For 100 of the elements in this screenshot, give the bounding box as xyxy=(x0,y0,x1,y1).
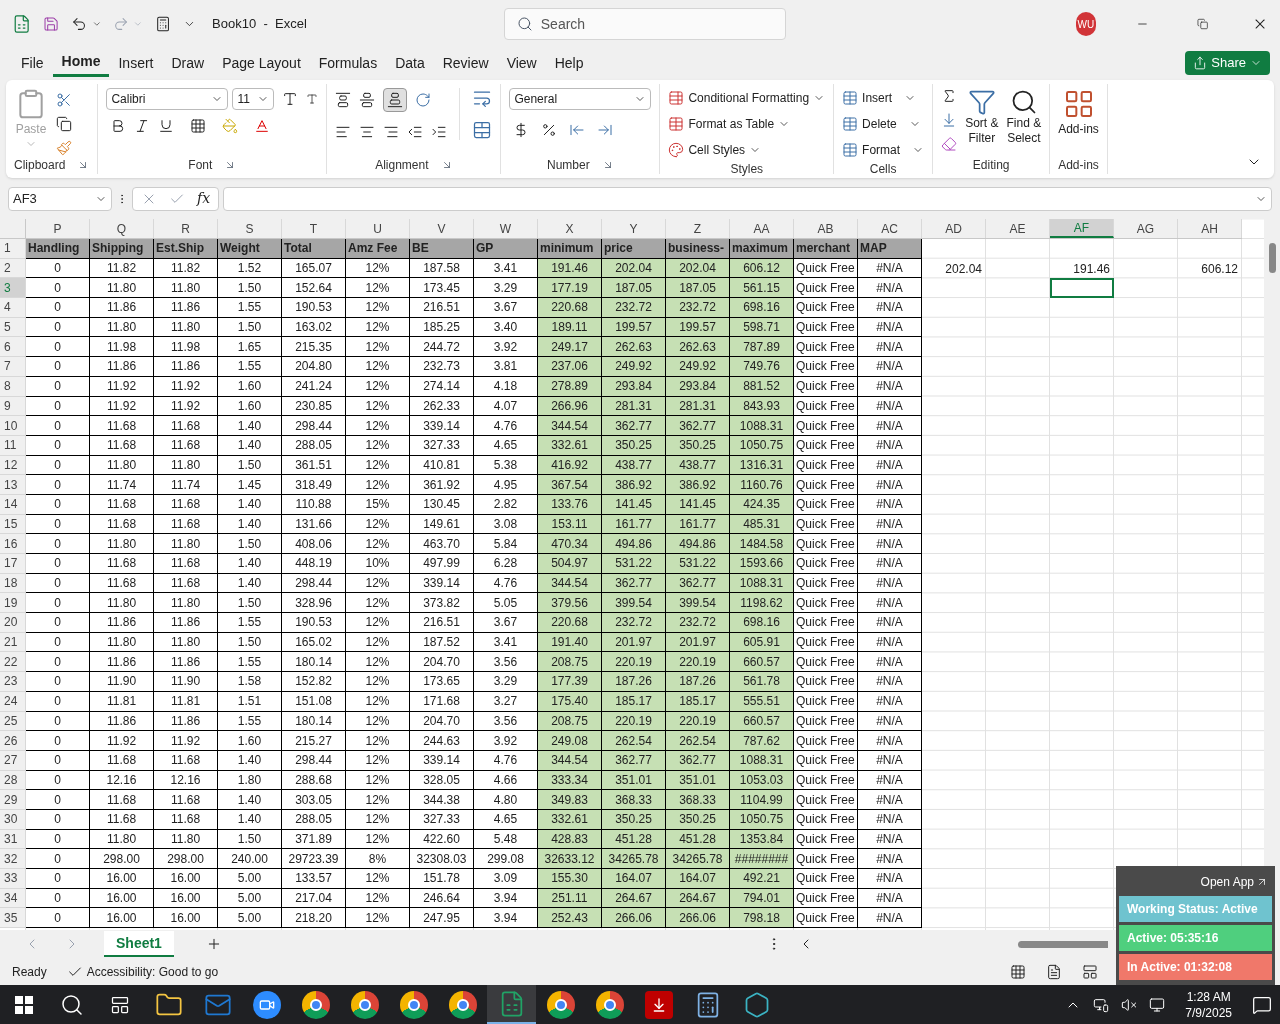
row-header[interactable]: 32 xyxy=(0,849,26,869)
row-header[interactable]: 34 xyxy=(0,888,26,909)
fill-color-icon[interactable] xyxy=(222,118,239,134)
ribbon-tab[interactable]: Help xyxy=(545,49,593,77)
row-header[interactable]: 4 xyxy=(0,298,26,318)
align-left-icon[interactable] xyxy=(335,124,352,140)
row-header[interactable]: 26 xyxy=(0,731,26,751)
browser-icon[interactable] xyxy=(301,990,330,1019)
windows-start-icon[interactable] xyxy=(15,995,33,1014)
row-header[interactable]: 35 xyxy=(0,908,26,929)
row-header[interactable]: 17 xyxy=(0,554,26,574)
styles-button[interactable]: Conditional Formatting xyxy=(668,88,826,108)
row-header[interactable]: 14 xyxy=(0,494,26,515)
browser-icon[interactable] xyxy=(546,990,575,1019)
restore-icon[interactable] xyxy=(1196,17,1208,31)
column-header[interactable]: W xyxy=(474,219,538,238)
row-header[interactable]: 33 xyxy=(0,869,26,889)
page-break-icon[interactable] xyxy=(1082,963,1098,980)
styles-button[interactable]: Cell Styles xyxy=(668,140,826,160)
formula-input[interactable] xyxy=(223,186,1272,211)
tray-app-icon[interactable] xyxy=(1093,996,1110,1013)
column-header[interactable]: V xyxy=(410,219,474,238)
name-box[interactable]: AF3 xyxy=(8,186,112,211)
row-header[interactable]: 6 xyxy=(0,337,26,358)
ribbon-tab[interactable]: File xyxy=(12,49,53,77)
merge-center-icon[interactable] xyxy=(472,120,493,140)
column-header[interactable]: Q xyxy=(90,219,154,238)
align-middle-icon[interactable] xyxy=(359,92,376,108)
row-header[interactable]: 19 xyxy=(0,593,26,614)
add-ins-button[interactable]: Add-ins xyxy=(1058,88,1099,138)
task-view-icon[interactable] xyxy=(110,994,130,1015)
row-header[interactable]: 8 xyxy=(0,376,26,397)
volume-muted-icon[interactable] xyxy=(1121,996,1138,1013)
row-header[interactable]: 31 xyxy=(0,829,26,850)
column-header[interactable]: AD xyxy=(922,219,986,238)
cut-icon[interactable] xyxy=(56,92,72,108)
format-painter-icon[interactable] xyxy=(56,140,72,156)
column-header[interactable]: S xyxy=(218,219,282,238)
horizontal-scrollbar[interactable] xyxy=(1017,940,1108,948)
ftp-app-icon[interactable] xyxy=(644,990,673,1019)
calculator-icon[interactable] xyxy=(155,14,172,34)
align-top-icon[interactable] xyxy=(335,92,352,108)
browser-icon[interactable] xyxy=(595,990,624,1019)
align-center-icon[interactable] xyxy=(359,124,376,140)
clock-date[interactable]: 7/9/2025 xyxy=(1185,1004,1232,1021)
column-header[interactable]: P xyxy=(26,219,90,238)
ribbon-tab[interactable]: Insert xyxy=(109,49,163,77)
increase-decimal-icon[interactable] xyxy=(569,122,586,138)
column-header[interactable]: R xyxy=(154,219,218,238)
column-header[interactable]: AB xyxy=(794,219,858,238)
save-icon[interactable] xyxy=(43,14,60,34)
browser-icon[interactable] xyxy=(399,990,428,1019)
borders-icon[interactable] xyxy=(190,118,207,134)
sort-filter-button[interactable]: Sort & Filter xyxy=(965,88,999,152)
decrease-font-icon[interactable] xyxy=(306,93,319,105)
row-header[interactable]: 22 xyxy=(0,652,26,673)
network-icon[interactable] xyxy=(1149,996,1166,1013)
row-header[interactable]: 20 xyxy=(0,613,26,633)
row-header[interactable]: 27 xyxy=(0,750,26,771)
column-header[interactable]: Z xyxy=(666,219,730,238)
column-header[interactable]: X xyxy=(538,219,602,238)
font-name-field[interactable]: Calibri xyxy=(106,88,229,110)
page-layout-icon[interactable] xyxy=(1046,963,1062,980)
clear-icon[interactable] xyxy=(941,136,958,152)
row-header[interactable]: 18 xyxy=(0,573,26,594)
decrease-indent-icon[interactable] xyxy=(407,124,424,140)
column-header[interactable]: AA xyxy=(730,219,794,238)
row-header[interactable]: 2 xyxy=(0,258,26,279)
search-icon[interactable] xyxy=(60,992,84,1017)
accessibility-status[interactable]: Accessibility: Good to go xyxy=(66,962,219,981)
decrease-decimal-icon[interactable] xyxy=(597,122,614,138)
column-header[interactable]: U xyxy=(346,219,410,238)
ribbon-tab[interactable]: Formulas xyxy=(309,49,387,77)
number-format-field[interactable]: General xyxy=(509,88,652,110)
row-header[interactable]: 10 xyxy=(0,416,26,436)
row-header[interactable]: 7 xyxy=(0,357,26,377)
row-header[interactable]: 13 xyxy=(0,475,26,495)
align-right-icon[interactable] xyxy=(383,124,400,140)
column-header[interactable]: T xyxy=(282,219,346,238)
ribbon-tab[interactable]: Data xyxy=(386,49,434,77)
font-size-field[interactable]: 11 xyxy=(232,88,275,110)
font-color-icon[interactable] xyxy=(254,118,271,134)
row-header[interactable]: 29 xyxy=(0,790,26,810)
column-header[interactable]: AG xyxy=(1114,219,1178,238)
row-header[interactable]: 24 xyxy=(0,691,26,712)
ribbon-tab[interactable]: Review xyxy=(433,49,498,77)
sheet-tab[interactable]: Sheet1 xyxy=(104,931,174,957)
ribbon-tab[interactable]: View xyxy=(497,49,546,77)
selected-cell[interactable] xyxy=(1050,278,1114,299)
row-header[interactable]: 15 xyxy=(0,514,26,535)
row-header[interactable]: 9 xyxy=(0,396,26,417)
user-avatar[interactable]: WU xyxy=(1076,12,1096,36)
ribbon-tab[interactable]: Page Layout xyxy=(213,49,310,77)
browser-icon[interactable] xyxy=(448,990,477,1019)
align-bottom-button[interactable] xyxy=(383,88,408,112)
column-header[interactable]: AC xyxy=(858,219,922,238)
find-select-button[interactable]: Find & Select xyxy=(1006,88,1042,152)
share-button[interactable]: Share xyxy=(1185,51,1270,75)
video-app-icon[interactable] xyxy=(252,990,281,1019)
normal-view-icon[interactable] xyxy=(1010,963,1026,980)
